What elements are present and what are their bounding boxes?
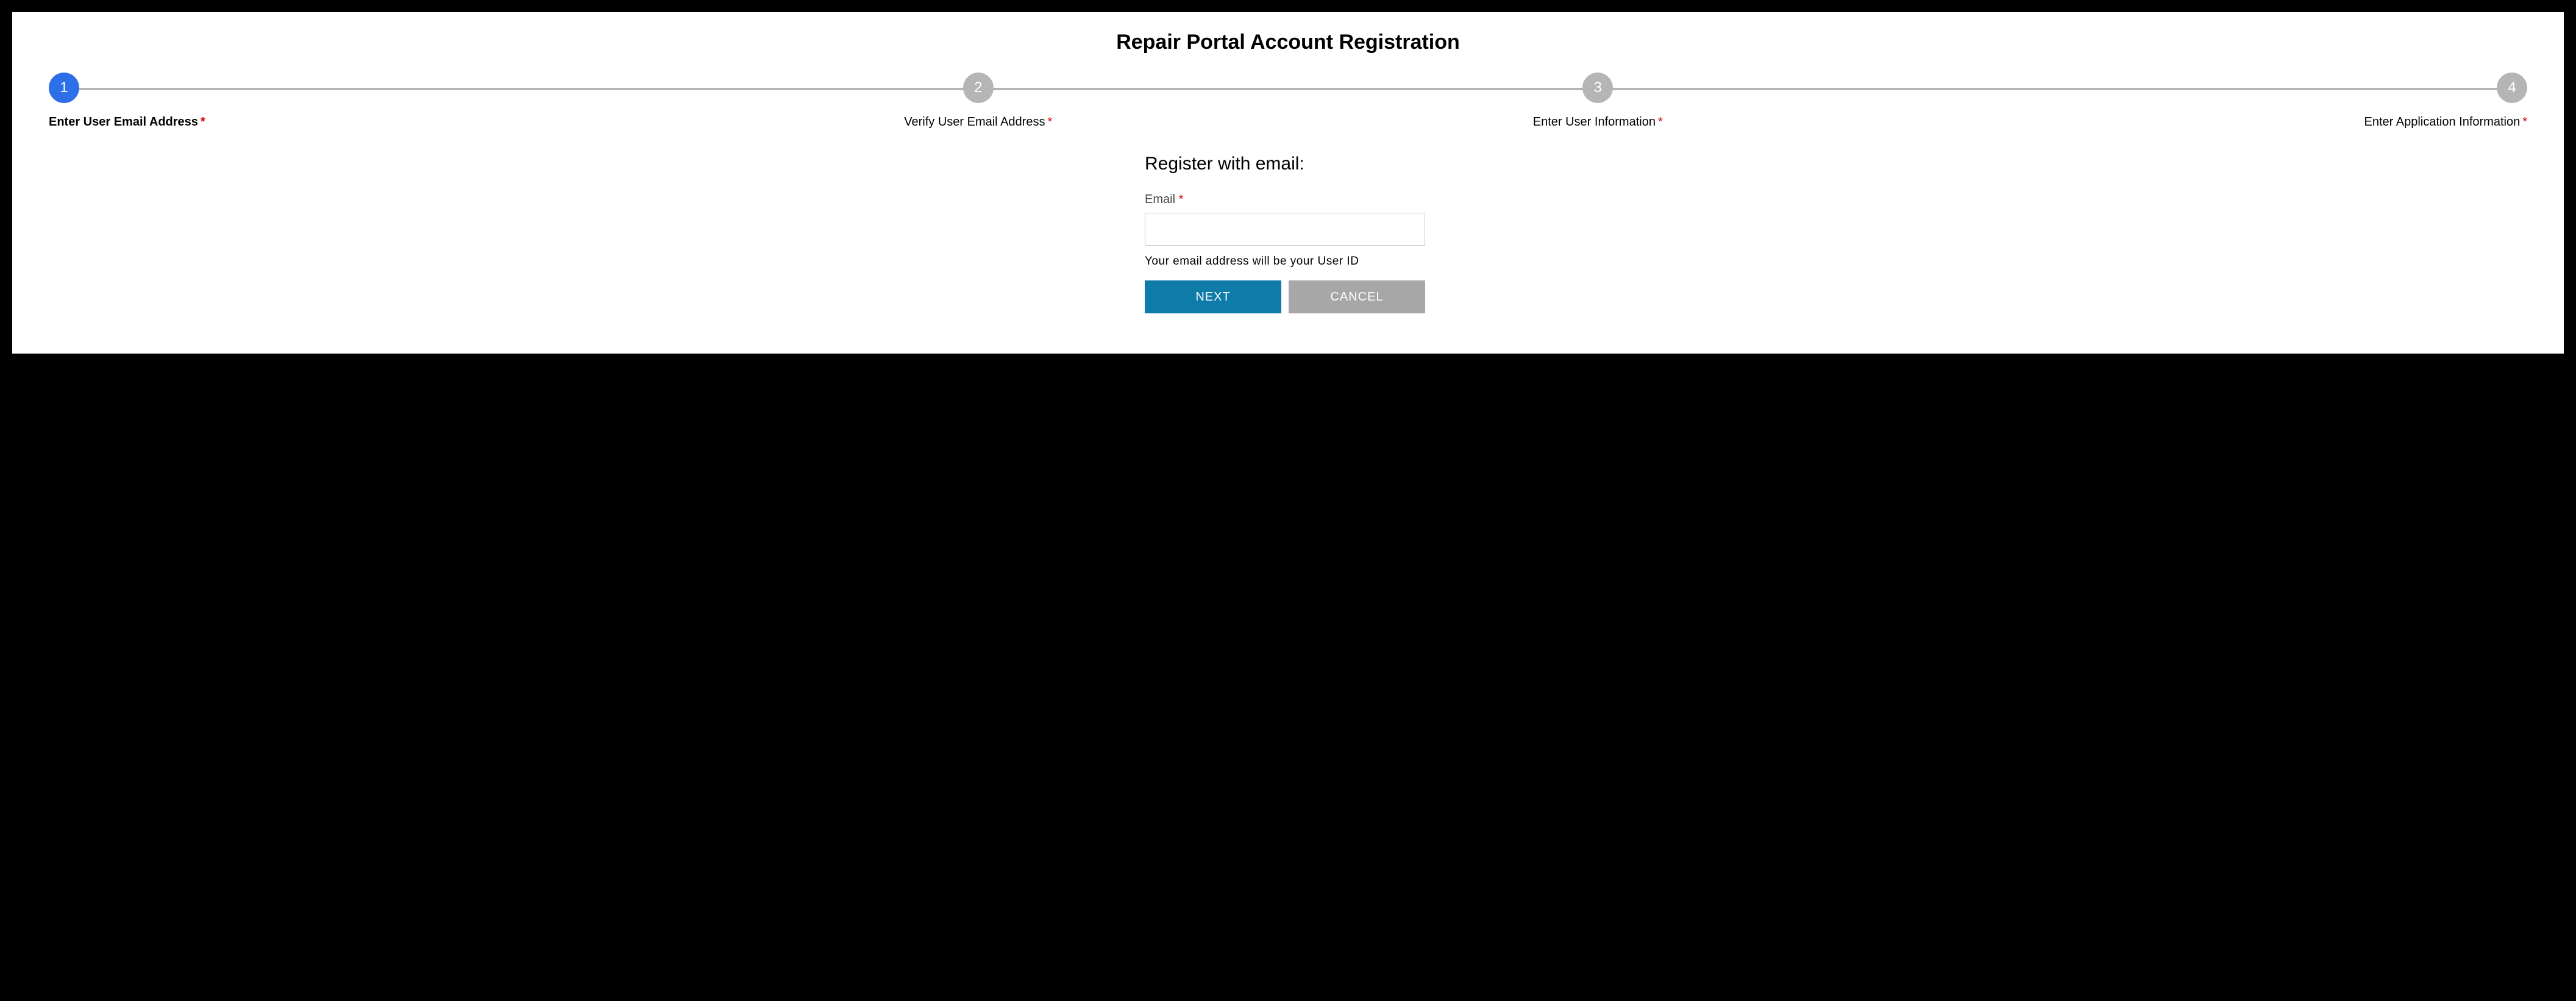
step-2-circle: 2 <box>963 73 994 103</box>
step-4-circle: 4 <box>2497 73 2527 103</box>
step-1-label-text: Enter User Email Address <box>49 115 198 129</box>
required-marker-icon: * <box>1179 193 1184 206</box>
step-2: 2 Verify User Email Address* <box>669 73 1289 129</box>
step-4-label-text: Enter Application Information <box>2364 115 2521 129</box>
email-label: Email * <box>1145 193 1437 207</box>
step-3-circle: 3 <box>1582 73 1613 103</box>
required-marker-icon: * <box>201 115 205 129</box>
email-label-text: Email <box>1145 193 1175 206</box>
required-marker-icon: * <box>1047 115 1052 129</box>
step-2-label-text: Verify User Email Address <box>904 115 1045 129</box>
email-hint: Your email address will be your User ID <box>1145 255 1437 268</box>
button-row: NEXT CANCEL <box>1145 280 1437 313</box>
step-1-circle: 1 <box>49 73 79 103</box>
step-connector <box>64 88 978 90</box>
form-heading: Register with email: <box>1145 154 1437 174</box>
page-title: Repair Portal Account Registration <box>37 30 2539 54</box>
step-4-number: 4 <box>2508 79 2516 96</box>
step-connector <box>978 88 1598 90</box>
cancel-button[interactable]: CANCEL <box>1289 280 1425 313</box>
step-2-number: 2 <box>974 79 982 96</box>
step-4-label: Enter Application Information* <box>1908 115 2528 129</box>
email-field[interactable] <box>1145 213 1425 246</box>
step-3-number: 3 <box>1594 79 1602 96</box>
step-3: 3 Enter User Information* <box>1288 73 1908 129</box>
step-1-label: Enter User Email Address* <box>49 115 669 129</box>
page-frame: Repair Portal Account Registration 1 Ent… <box>12 12 2564 354</box>
step-3-label: Enter User Information* <box>1288 115 1908 129</box>
required-marker-icon: * <box>2522 115 2527 129</box>
step-4: 4 Enter Application Information* <box>1908 73 2528 129</box>
step-1: 1 Enter User Email Address* <box>49 73 669 129</box>
step-connector <box>1598 88 2512 90</box>
next-button[interactable]: NEXT <box>1145 280 1281 313</box>
required-marker-icon: * <box>1658 115 1663 129</box>
stepper: 1 Enter User Email Address* 2 Verify Use… <box>49 73 2527 129</box>
step-1-number: 1 <box>60 79 68 96</box>
step-2-label: Verify User Email Address* <box>669 115 1289 129</box>
step-3-label-text: Enter User Information <box>1533 115 1656 129</box>
form-area: Register with email: Email * Your email … <box>1139 154 1437 313</box>
